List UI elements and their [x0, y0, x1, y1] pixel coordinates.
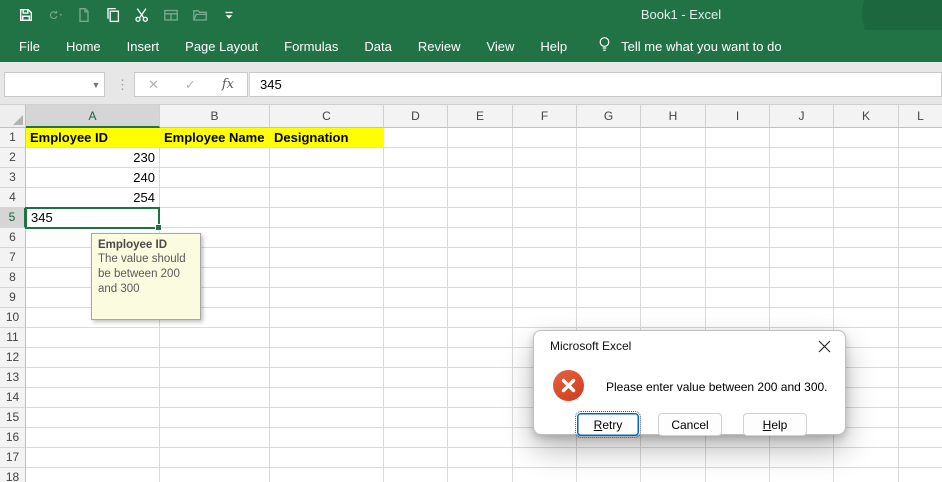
gridline: [447, 128, 448, 482]
open-folder-icon[interactable]: [192, 7, 208, 23]
cancel-button[interactable]: Cancel: [658, 413, 722, 436]
row-header-18[interactable]: 18: [0, 468, 26, 482]
tab-file[interactable]: File: [19, 39, 40, 54]
column-header-K[interactable]: K: [834, 105, 899, 128]
tab-review[interactable]: Review: [418, 39, 461, 54]
form-icon[interactable]: [163, 7, 179, 23]
formula-bar-strip: ▼ ⋮ ✕ ✓ fx 345: [0, 62, 942, 105]
redo-icon[interactable]: [47, 7, 63, 23]
active-cell-A5[interactable]: 345: [25, 207, 160, 229]
tell-me-label: Tell me what you want to do: [621, 39, 781, 54]
cell-B1[interactable]: Employee Name: [160, 128, 270, 147]
cell-A4[interactable]: 254: [26, 188, 159, 207]
cancel-entry-icon[interactable]: ✕: [148, 77, 159, 93]
row-header-10[interactable]: 10: [0, 308, 26, 328]
confirm-entry-icon[interactable]: ✓: [185, 77, 196, 93]
column-header-J[interactable]: J: [770, 105, 834, 128]
gridline: [383, 128, 384, 482]
quick-access-toolbar: [18, 0, 237, 30]
validation-tooltip-body: The value should be between 200 and 300: [98, 252, 194, 297]
tab-insert[interactable]: Insert: [127, 39, 160, 54]
column-header-A[interactable]: A: [26, 105, 160, 128]
column-header-G[interactable]: G: [577, 105, 641, 128]
formula-input[interactable]: 345: [249, 72, 942, 97]
tab-page-layout[interactable]: Page Layout: [185, 39, 258, 54]
row-header-15[interactable]: 15: [0, 408, 26, 428]
insert-function-icon[interactable]: fx: [222, 77, 234, 92]
cut-icon[interactable]: [134, 7, 150, 23]
tab-help[interactable]: Help: [540, 39, 567, 54]
validation-tooltip: Employee ID The value should be between …: [91, 233, 201, 320]
select-all-corner[interactable]: [0, 105, 26, 128]
column-header-E[interactable]: E: [448, 105, 513, 128]
formula-bar-grip[interactable]: ⋮: [116, 72, 128, 97]
save-icon[interactable]: [18, 7, 34, 23]
column-header-H[interactable]: H: [641, 105, 706, 128]
column-header-F[interactable]: F: [513, 105, 577, 128]
dialog-title: Microsoft Excel: [550, 339, 631, 353]
retry-button[interactable]: Retry: [577, 413, 639, 436]
fill-handle[interactable]: [155, 224, 162, 231]
cell-A2[interactable]: 230: [26, 148, 159, 167]
cell-C1[interactable]: Designation: [270, 128, 384, 147]
row-header-16[interactable]: 16: [0, 428, 26, 448]
column-header-L[interactable]: L: [899, 105, 942, 128]
row-header-9[interactable]: 9: [0, 288, 26, 308]
column-header-B[interactable]: B: [160, 105, 270, 128]
column-header-I[interactable]: I: [706, 105, 770, 128]
copy-icon[interactable]: [105, 7, 121, 23]
row-header-7[interactable]: 7: [0, 248, 26, 268]
new-file-icon[interactable]: [76, 7, 92, 23]
tab-home[interactable]: Home: [66, 39, 101, 54]
row-header-13[interactable]: 13: [0, 368, 26, 388]
window-title: Book1 - Excel: [561, 0, 801, 30]
message-dialog: Microsoft Excel Please enter value betwe…: [533, 330, 846, 435]
gridline: [512, 128, 513, 482]
row-header-1[interactable]: 1: [0, 128, 26, 148]
row-header-12[interactable]: 12: [0, 348, 26, 368]
validation-tooltip-title: Employee ID: [98, 239, 194, 251]
row-header-5[interactable]: 5: [0, 208, 26, 228]
tab-view[interactable]: View: [486, 39, 514, 54]
row-header-11[interactable]: 11: [0, 328, 26, 348]
lightbulb-icon: [597, 36, 612, 56]
row-header-14[interactable]: 14: [0, 388, 26, 408]
row-header-3[interactable]: 3: [0, 168, 26, 188]
tab-formulas[interactable]: Formulas: [284, 39, 338, 54]
cell-A1[interactable]: Employee ID: [26, 128, 160, 147]
row-header-2[interactable]: 2: [0, 148, 26, 168]
gridline: [269, 128, 270, 482]
dialog-message: Please enter value between 200 and 300.: [606, 380, 835, 394]
name-box-dropdown-icon[interactable]: ▼: [88, 72, 104, 97]
tab-data[interactable]: Data: [364, 39, 391, 54]
formula-bar-buttons: ✕ ✓ fx: [134, 72, 248, 97]
column-header-C[interactable]: C: [270, 105, 384, 128]
customize-quick-access-toolbar-icon[interactable]: [221, 7, 237, 23]
help-button[interactable]: Help: [743, 413, 807, 436]
ribbon-tab-bar: File Home Insert Page Layout Formulas Data Rev…: [0, 30, 942, 62]
title-bar: Book1 - Excel: [0, 0, 942, 30]
row-header-17[interactable]: 17: [0, 448, 26, 468]
gridline: [898, 128, 899, 482]
row-header-8[interactable]: 8: [0, 268, 26, 288]
row-header-6[interactable]: 6: [0, 228, 26, 248]
tell-me-box[interactable]: Tell me what you want to do: [597, 36, 781, 56]
error-icon: [553, 370, 584, 401]
row-header-4[interactable]: 4: [0, 188, 26, 208]
cell-A3[interactable]: 240: [26, 168, 159, 187]
dialog-close-icon[interactable]: [811, 334, 837, 358]
column-header-D[interactable]: D: [384, 105, 448, 128]
